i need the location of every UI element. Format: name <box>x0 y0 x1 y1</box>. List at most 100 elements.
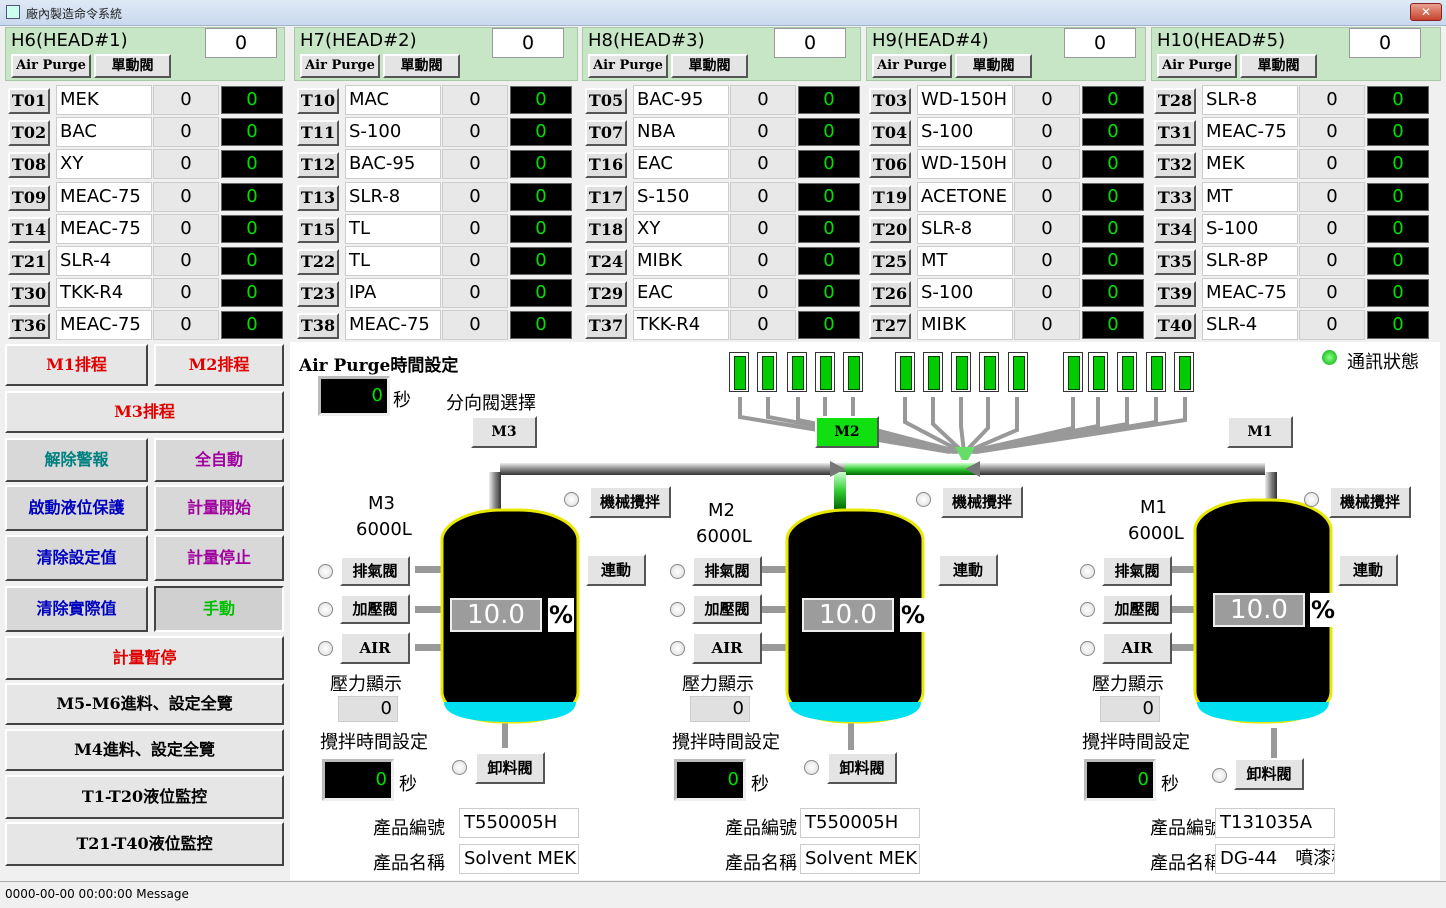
head-value-input[interactable]: 0 <box>1349 28 1421 58</box>
tank-tag-button[interactable]: T25 <box>869 249 911 275</box>
tank-tag-button[interactable]: T36 <box>8 313 50 340</box>
pressurize-radio[interactable] <box>670 602 685 617</box>
meter-pause-button[interactable]: 計量暫停 <box>5 636 284 680</box>
tank-tag-button[interactable]: T30 <box>8 281 50 308</box>
single-valve-button[interactable]: 單動閥 <box>94 54 171 78</box>
tank-tag-button[interactable]: T35 <box>1154 249 1196 275</box>
stir-time-input[interactable]: 0 <box>322 759 394 801</box>
tank-tag-button[interactable]: T32 <box>1154 152 1196 179</box>
m1-schedule-button[interactable]: M1排程 <box>5 344 148 386</box>
mixer-radio[interactable] <box>564 492 579 507</box>
discharge-valve-button[interactable]: 卸料閥 <box>475 752 545 784</box>
tank-tag-button[interactable]: T22 <box>297 249 339 275</box>
discharge-valve-button[interactable]: 卸料閥 <box>1234 758 1304 790</box>
level-protect-button[interactable]: 啟動液位保護 <box>5 485 148 531</box>
feed-valve[interactable] <box>1008 352 1028 392</box>
tank-tag-button[interactable]: T13 <box>297 184 339 211</box>
tank-tag-button[interactable]: T09 <box>8 184 50 211</box>
clear-set-button[interactable]: 清除設定值 <box>5 535 148 581</box>
tank-tag-button[interactable]: T12 <box>297 152 339 179</box>
tank-tag-button[interactable]: T27 <box>869 313 911 340</box>
exhaust-radio[interactable] <box>1080 564 1095 579</box>
air-purge-button[interactable]: Air Purge <box>1157 54 1237 78</box>
tank-tag-button[interactable]: T17 <box>585 184 627 211</box>
tank-tag-button[interactable]: T21 <box>8 249 50 275</box>
diverter-m2-button[interactable]: M2 <box>815 416 879 448</box>
meter-start-button[interactable]: 計量開始 <box>154 485 284 531</box>
m5-m6-overview-button[interactable]: M5-M6進料、設定全覽 <box>5 683 284 725</box>
air-radio[interactable] <box>1080 641 1095 656</box>
mixer-button[interactable]: 機械攪拌 <box>941 486 1023 518</box>
discharge-radio[interactable] <box>1212 768 1227 783</box>
tank-tag-button[interactable]: T19 <box>869 184 911 211</box>
stir-time-input[interactable]: 0 <box>674 759 746 801</box>
tank-tag-button[interactable]: T04 <box>869 120 911 147</box>
air-purge-button[interactable]: Air Purge <box>11 54 91 78</box>
head-value-input[interactable]: 0 <box>492 28 564 58</box>
tank-tag-button[interactable]: T33 <box>1154 184 1196 211</box>
pressurize-radio[interactable] <box>1080 602 1095 617</box>
single-valve-button[interactable]: 單動閥 <box>955 54 1032 78</box>
feed-valve[interactable] <box>729 352 749 392</box>
link-button[interactable]: 連動 <box>586 554 646 586</box>
tank-tag-button[interactable]: T08 <box>8 152 50 179</box>
head-value-input[interactable]: 0 <box>205 28 277 58</box>
tank-tag-button[interactable]: T11 <box>297 120 339 147</box>
tank-tag-button[interactable]: T10 <box>297 88 339 114</box>
tank-tag-button[interactable]: T34 <box>1154 216 1196 243</box>
exhaust-radio[interactable] <box>318 564 333 579</box>
exhaust-valve-button[interactable]: 排氣閥 <box>340 556 410 586</box>
tank-tag-button[interactable]: T40 <box>1154 313 1196 340</box>
feed-valve[interactable] <box>1063 352 1083 392</box>
feed-valve[interactable] <box>895 352 915 392</box>
single-valve-button[interactable]: 單動閥 <box>671 54 748 78</box>
feed-valve[interactable] <box>843 352 863 392</box>
air-valve-button[interactable]: AIR <box>340 632 410 664</box>
tank-tag-button[interactable]: T37 <box>585 313 627 340</box>
pressurize-valve-button[interactable]: 加壓閥 <box>340 594 410 624</box>
product-no-field[interactable]: T550005H <box>800 808 920 838</box>
tank-tag-button[interactable]: T38 <box>297 313 339 340</box>
feed-valve[interactable] <box>979 352 999 392</box>
discharge-valve-button[interactable]: 卸料閥 <box>827 752 897 784</box>
pressurize-valve-button[interactable]: 加壓閥 <box>1102 594 1172 624</box>
tank-tag-button[interactable]: T14 <box>8 216 50 243</box>
t21-t40-level-button[interactable]: T21-T40液位監控 <box>5 822 284 866</box>
discharge-radio[interactable] <box>452 760 467 775</box>
pressurize-valve-button[interactable]: 加壓閥 <box>692 594 762 624</box>
tank-tag-button[interactable]: T23 <box>297 281 339 308</box>
tank-tag-button[interactable]: T15 <box>297 216 339 243</box>
diverter-m1-button[interactable]: M1 <box>1227 416 1293 448</box>
feed-valve[interactable] <box>1146 352 1166 392</box>
air-purge-time-input[interactable]: 0 <box>318 376 390 416</box>
tank-tag-button[interactable]: T01 <box>8 88 50 114</box>
product-name-field[interactable]: Solvent MEK <box>459 844 579 874</box>
m3-schedule-button[interactable]: M3排程 <box>5 391 284 433</box>
product-name-field[interactable]: Solvent MEK <box>800 844 920 874</box>
exhaust-radio[interactable] <box>670 564 685 579</box>
meter-stop-button[interactable]: 計量停止 <box>154 535 284 581</box>
close-button[interactable]: ✕ <box>1410 3 1442 21</box>
exhaust-valve-button[interactable]: 排氣閥 <box>1102 556 1172 586</box>
diverter-m3-button[interactable]: M3 <box>471 416 537 448</box>
exhaust-valve-button[interactable]: 排氣閥 <box>692 556 762 586</box>
tank-tag-button[interactable]: T07 <box>585 120 627 147</box>
clear-actual-button[interactable]: 清除實際值 <box>5 586 148 632</box>
link-button[interactable]: 連動 <box>1338 554 1398 586</box>
product-no-field[interactable]: T550005H <box>459 808 579 838</box>
mixer-button[interactable]: 機械攪拌 <box>589 486 671 518</box>
single-valve-button[interactable]: 單動閥 <box>1240 54 1317 78</box>
feed-valve[interactable] <box>923 352 943 392</box>
tank-tag-button[interactable]: T31 <box>1154 120 1196 147</box>
tank-tag-button[interactable]: T03 <box>869 88 911 114</box>
tank-tag-button[interactable]: T39 <box>1154 281 1196 308</box>
feed-valve[interactable] <box>1088 352 1108 392</box>
tank-tag-button[interactable]: T28 <box>1154 88 1196 114</box>
feed-valve[interactable] <box>1117 352 1137 392</box>
single-valve-button[interactable]: 單動閥 <box>383 54 460 78</box>
air-valve-button[interactable]: AIR <box>1102 632 1172 664</box>
feed-valve[interactable] <box>951 352 971 392</box>
link-button[interactable]: 連動 <box>938 554 998 586</box>
pressurize-radio[interactable] <box>318 602 333 617</box>
full-auto-button[interactable]: 全自動 <box>154 438 284 482</box>
